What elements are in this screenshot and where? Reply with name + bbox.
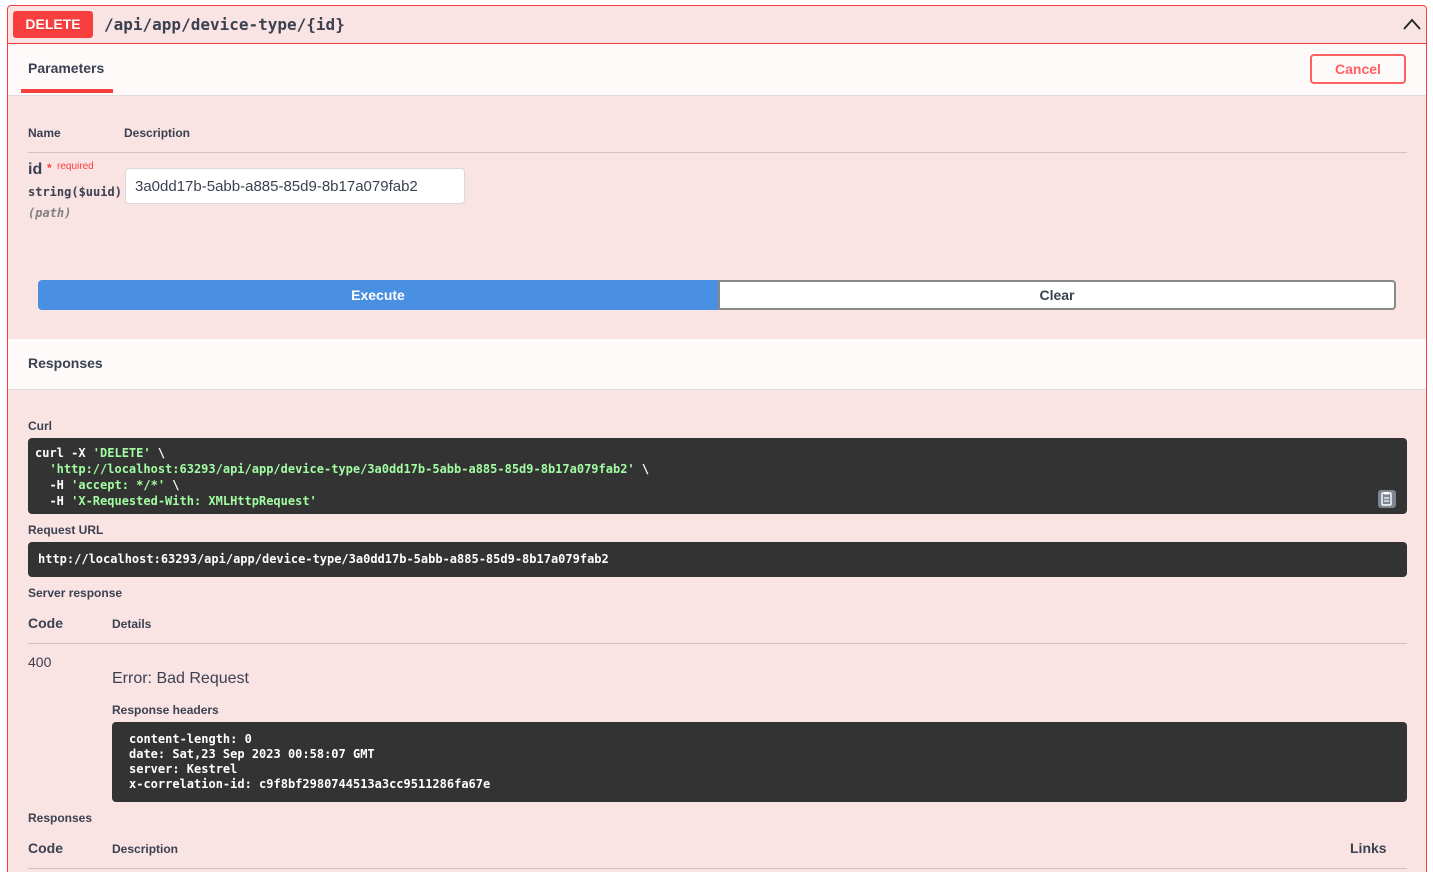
curl-command: curl -X xyxy=(35,446,93,460)
parameters-header: Parameters Cancel xyxy=(8,44,1426,96)
curl-code-block[interactable]: curl -X 'DELETE' \ 'http://localhost:632… xyxy=(28,438,1407,514)
cancel-button[interactable]: Cancel xyxy=(1310,54,1406,84)
response-header-line: x-correlation-id: c9f8bf2980744513a3cc95… xyxy=(129,777,491,791)
curl-header-flag: -H xyxy=(35,494,72,508)
operation-path: /api/app/device-type/{id} xyxy=(104,15,345,34)
curl-header-flag: -H xyxy=(35,478,72,492)
curl-continuation: \ xyxy=(634,462,650,476)
response-header-line: content-length: 0 xyxy=(129,732,252,746)
curl-method: 'DELETE' xyxy=(92,446,151,460)
curl-header-requested-with: 'X-Requested-With: XMLHttpRequest' xyxy=(71,494,317,508)
response-header-line: server: Kestrel xyxy=(129,762,238,776)
responses-header: Responses xyxy=(8,339,1426,390)
curl-header-accept: 'accept: */*' xyxy=(71,478,166,492)
curl-url: 'http://localhost:63293/api/app/device-t… xyxy=(49,462,635,476)
parameter-name: id xyxy=(28,161,43,178)
copy-to-clipboard-icon[interactable] xyxy=(1377,489,1397,509)
operation-summary[interactable]: DELETE /api/app/device-type/{id} xyxy=(8,6,1426,44)
divider xyxy=(28,643,1407,644)
tab-parameters[interactable]: Parameters xyxy=(21,44,113,96)
operation-block-delete: DELETE /api/app/device-type/{id} Paramet… xyxy=(7,5,1427,872)
responses-table-label: Responses xyxy=(28,811,93,825)
curl-label: Curl xyxy=(28,419,52,433)
column-header-details: Details xyxy=(112,617,152,631)
required-star: * xyxy=(47,161,52,175)
parameter-location: (path) xyxy=(28,206,72,220)
request-url-block[interactable]: http://localhost:63293/api/app/device-ty… xyxy=(28,542,1407,577)
response-headers-block[interactable]: content-length: 0 date: Sat,23 Sep 2023 … xyxy=(112,722,1407,802)
chevron-up-icon[interactable] xyxy=(1402,16,1422,32)
error-message: Error: Bad Request xyxy=(112,670,249,687)
server-response-label: Server response xyxy=(28,586,123,600)
curl-continuation: \ xyxy=(150,446,166,460)
curl-continuation: \ xyxy=(165,478,180,492)
response-header-line: date: Sat,23 Sep 2023 00:58:07 GMT xyxy=(129,747,375,761)
divider xyxy=(28,868,1407,869)
divider xyxy=(28,152,1407,153)
column-header-code: Code xyxy=(28,615,63,631)
parameter-type: string($uuid) xyxy=(28,185,122,199)
responses-title: Responses xyxy=(28,355,103,371)
column-header-description: Description xyxy=(124,126,191,140)
column-header-code: Code xyxy=(28,840,63,856)
response-headers-label: Response headers xyxy=(112,703,219,717)
http-method-badge: DELETE xyxy=(13,11,93,38)
column-header-name: Name xyxy=(28,126,61,140)
clear-button[interactable]: Clear xyxy=(718,280,1396,310)
execute-button[interactable]: Execute xyxy=(38,280,718,310)
id-input[interactable] xyxy=(125,168,465,204)
request-url-label: Request URL xyxy=(28,523,104,537)
response-code: 400 xyxy=(28,654,52,670)
required-label: required xyxy=(57,161,94,172)
column-header-links: Links xyxy=(1350,840,1387,856)
column-header-description: Description xyxy=(112,842,179,856)
